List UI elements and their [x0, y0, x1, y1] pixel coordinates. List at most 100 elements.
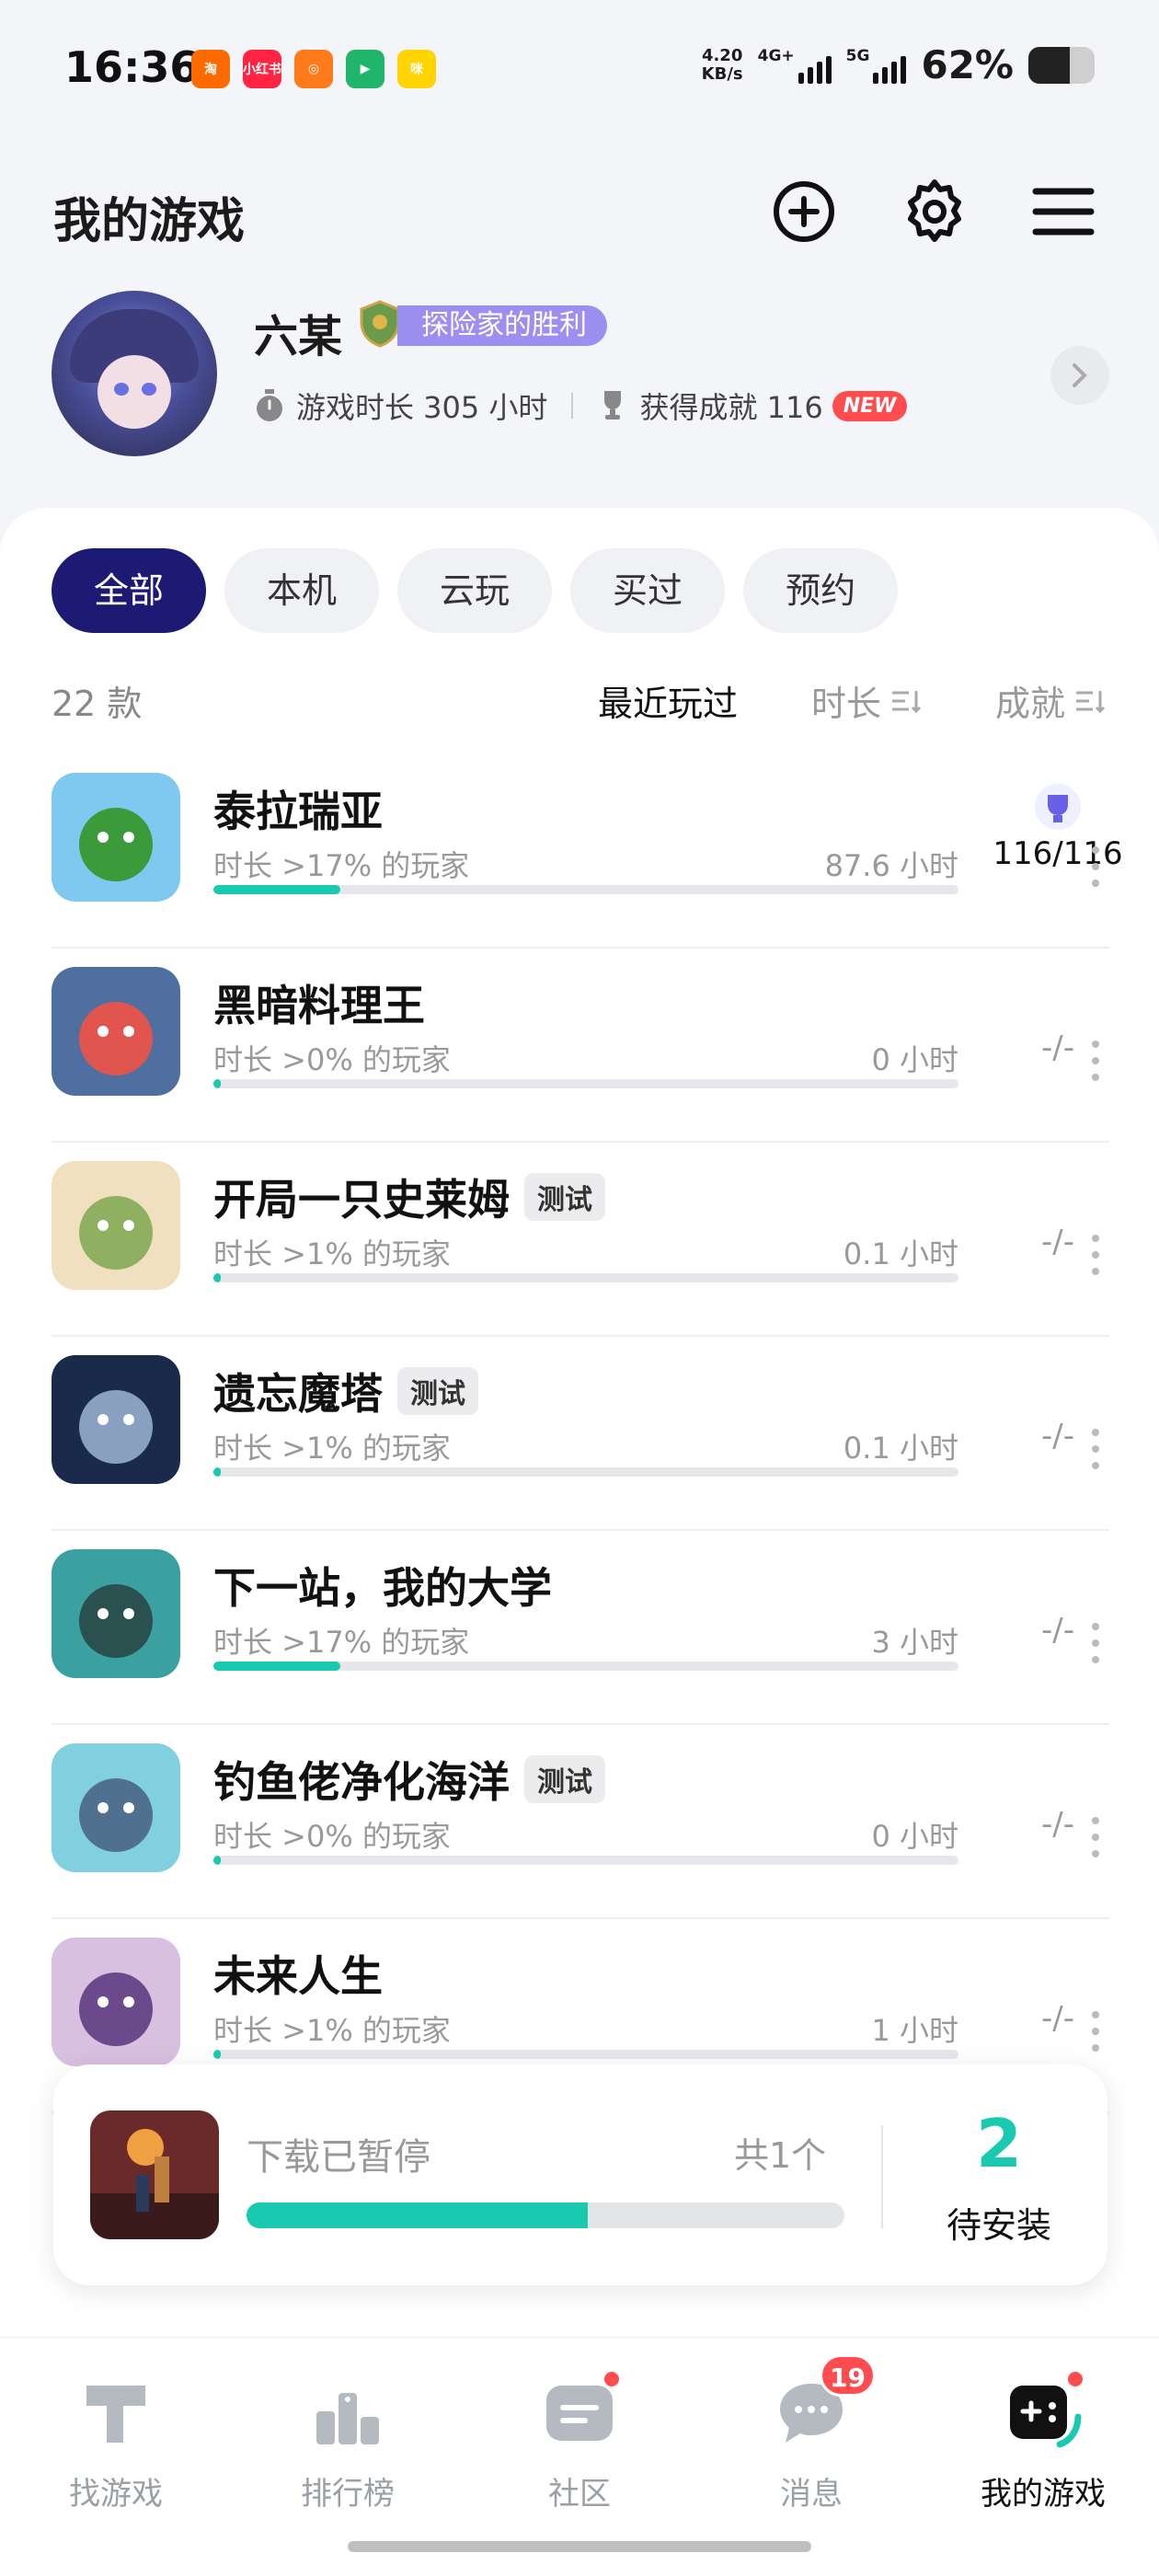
- nav-rankings[interactable]: 排行榜: [256, 2375, 440, 2513]
- stats-divider: [571, 393, 574, 419]
- filter-chip[interactable]: 云玩: [397, 548, 553, 633]
- playtime-hours: 3 小时: [871, 1625, 958, 1660]
- profile-stats: 游戏时长 305 小时 获得成就 116 NEW: [254, 385, 908, 427]
- gear-icon: [908, 179, 961, 242]
- messages-badge: 19: [820, 2354, 876, 2397]
- game-icon[interactable]: [52, 1938, 180, 2066]
- download-game-thumbnail: [90, 2110, 219, 2239]
- bottom-nav: 找游戏 排行榜 社区 19 消息 我的游戏: [0, 2337, 1159, 2576]
- achievement-progress: -/-: [1041, 1418, 1074, 1455]
- more-options-icon[interactable]: [1082, 2011, 1109, 2052]
- filter-tabs: 全部 本机 云玩 买过 预约: [52, 548, 899, 633]
- playtime-hours: 0 小时: [871, 1819, 958, 1854]
- playtime-bar: [213, 1079, 958, 1088]
- test-tag: 测试: [397, 1367, 478, 1415]
- download-progress-bar: [247, 2202, 844, 2228]
- taobao-icon: 淘: [191, 50, 230, 88]
- shield-badge-icon: [360, 300, 400, 348]
- network-speed: 4.20 KB/s: [701, 45, 743, 84]
- game-row[interactable]: 下一站，我的大学 时长 >17% 的玩家 3 小时 -/-: [52, 1531, 1109, 1725]
- status-bar: 16:36 淘小红书 ◎ ▶ 咪 4.20 KB/s 4G+ 5G 62%: [0, 0, 1159, 138]
- download-divider: [881, 2125, 883, 2228]
- game-icon[interactable]: [52, 1161, 180, 1290]
- game-row[interactable]: 开局一只史莱姆 测试 时长 >1% 的玩家 0.1 小时 -/-: [52, 1143, 1109, 1337]
- sort-bar: 最近玩过 时长 成就: [598, 675, 1106, 726]
- download-status: 下载已暂停: [247, 2136, 430, 2179]
- game-icon[interactable]: [52, 1549, 180, 1678]
- sort-icon: [1076, 690, 1106, 713]
- game-row[interactable]: 黑暗料理王 时长 >0% 的玩家 0 小时 -/-: [52, 949, 1109, 1143]
- add-game-button[interactable]: [767, 175, 841, 248]
- achievement-count: 获得成就 116: [639, 390, 823, 425]
- avatar[interactable]: [52, 291, 217, 456]
- achievement-progress: -/-: [1041, 1029, 1074, 1066]
- game-name: 下一站，我的大学: [213, 1563, 552, 1613]
- profile-detail-button[interactable]: [1050, 346, 1109, 405]
- filter-chip[interactable]: 全部: [52, 548, 207, 633]
- game-icon[interactable]: [52, 773, 180, 902]
- game-row[interactable]: 钓鱼佬净化海洋 测试 时长 >0% 的玩家 0 小时 -/-: [52, 1725, 1109, 1919]
- game-name: 黑暗料理王: [213, 981, 425, 1030]
- more-options-icon[interactable]: [1082, 1429, 1109, 1469]
- battery-percent: 62%: [921, 42, 1014, 87]
- filter-chip[interactable]: 买过: [570, 548, 726, 633]
- sort-recent[interactable]: 最近玩过: [598, 675, 738, 726]
- rankings-icon: [316, 2393, 379, 2444]
- nav-my-games[interactable]: 我的游戏: [951, 2369, 1135, 2513]
- menu-button[interactable]: [1027, 175, 1100, 248]
- title-badge[interactable]: 探险家的胜利: [397, 305, 607, 346]
- yellow-app-icon: 咪: [397, 50, 436, 88]
- achievement-progress: 116/116: [993, 835, 1123, 872]
- home-indicator[interactable]: [348, 2541, 811, 2552]
- achievement-progress: -/-: [1041, 2000, 1074, 2037]
- sort-duration[interactable]: 时长: [811, 675, 922, 726]
- play-time: 游戏时长 305 小时: [296, 390, 548, 425]
- playtime-hours: 0.1 小时: [843, 1431, 958, 1466]
- xiaohongshu-icon: 小红书: [243, 50, 281, 88]
- filter-chip[interactable]: 本机: [224, 548, 380, 633]
- playtime-hours: 1 小时: [871, 2013, 958, 2048]
- sort-icon: [891, 690, 922, 713]
- playtime-hours: 87.6 小时: [824, 848, 958, 883]
- download-total: 共1个: [734, 2135, 827, 2176]
- nav-messages[interactable]: 19 消息: [719, 2354, 903, 2513]
- chevron-right-icon: [1073, 363, 1087, 387]
- orange-app-icon: ◎: [294, 50, 333, 88]
- status-time: 16:36: [64, 42, 200, 92]
- settings-button[interactable]: [898, 175, 971, 248]
- game-name: 开局一只史莱姆 测试: [213, 1167, 605, 1227]
- pending-install-count[interactable]: 2: [890, 2105, 1107, 2182]
- game-name: 钓鱼佬净化海洋 测试: [213, 1749, 605, 1810]
- nav-find-games[interactable]: 找游戏: [24, 2375, 208, 2513]
- game-name: 泰拉瑞亚: [213, 787, 383, 836]
- my-games-notification-dot: [1065, 2369, 1085, 2389]
- trophy-icon: [604, 391, 622, 420]
- achievement-progress: -/-: [1041, 1224, 1074, 1260]
- achievement-progress: -/-: [1041, 1806, 1074, 1843]
- playtime-hours: 0.1 小时: [843, 1236, 958, 1271]
- game-row[interactable]: 遗忘魔塔 测试 时长 >1% 的玩家 0.1 小时 -/-: [52, 1337, 1109, 1531]
- signal-5g-icon: 5G: [846, 47, 907, 84]
- playtime-bar: [213, 1467, 958, 1477]
- filter-chip[interactable]: 预约: [743, 548, 899, 633]
- sort-achievement[interactable]: 成就: [995, 675, 1106, 726]
- game-icon[interactable]: [52, 1355, 180, 1484]
- more-options-icon[interactable]: [1082, 1041, 1109, 1081]
- more-options-icon[interactable]: [1082, 846, 1109, 887]
- game-icon[interactable]: [52, 967, 180, 1096]
- pending-install-label[interactable]: 待安装: [890, 2197, 1107, 2248]
- video-app-icon: ▶: [346, 50, 384, 88]
- more-options-icon[interactable]: [1082, 1623, 1109, 1663]
- nav-community[interactable]: 社区: [488, 2369, 671, 2513]
- page-title: 我的游戏: [53, 194, 246, 249]
- username: 六某: [254, 311, 343, 362]
- game-icon[interactable]: [52, 1743, 180, 1872]
- achievement-progress: -/-: [1041, 1612, 1074, 1649]
- game-list: 泰拉瑞亚 时长 >17% 的玩家 87.6 小时 116/116 黑暗料理王 时长 >0%…: [52, 754, 1123, 2113]
- playtime-hours: 0 小时: [871, 1042, 958, 1077]
- signal-4g-icon: 4G+: [758, 47, 832, 84]
- more-options-icon[interactable]: [1082, 1817, 1109, 1857]
- game-row[interactable]: 泰拉瑞亚 时长 >17% 的玩家 87.6 小时 116/116: [52, 754, 1123, 949]
- more-options-icon[interactable]: [1082, 1235, 1109, 1275]
- download-card[interactable]: 下载已暂停 共1个 2 待安装: [53, 2064, 1107, 2285]
